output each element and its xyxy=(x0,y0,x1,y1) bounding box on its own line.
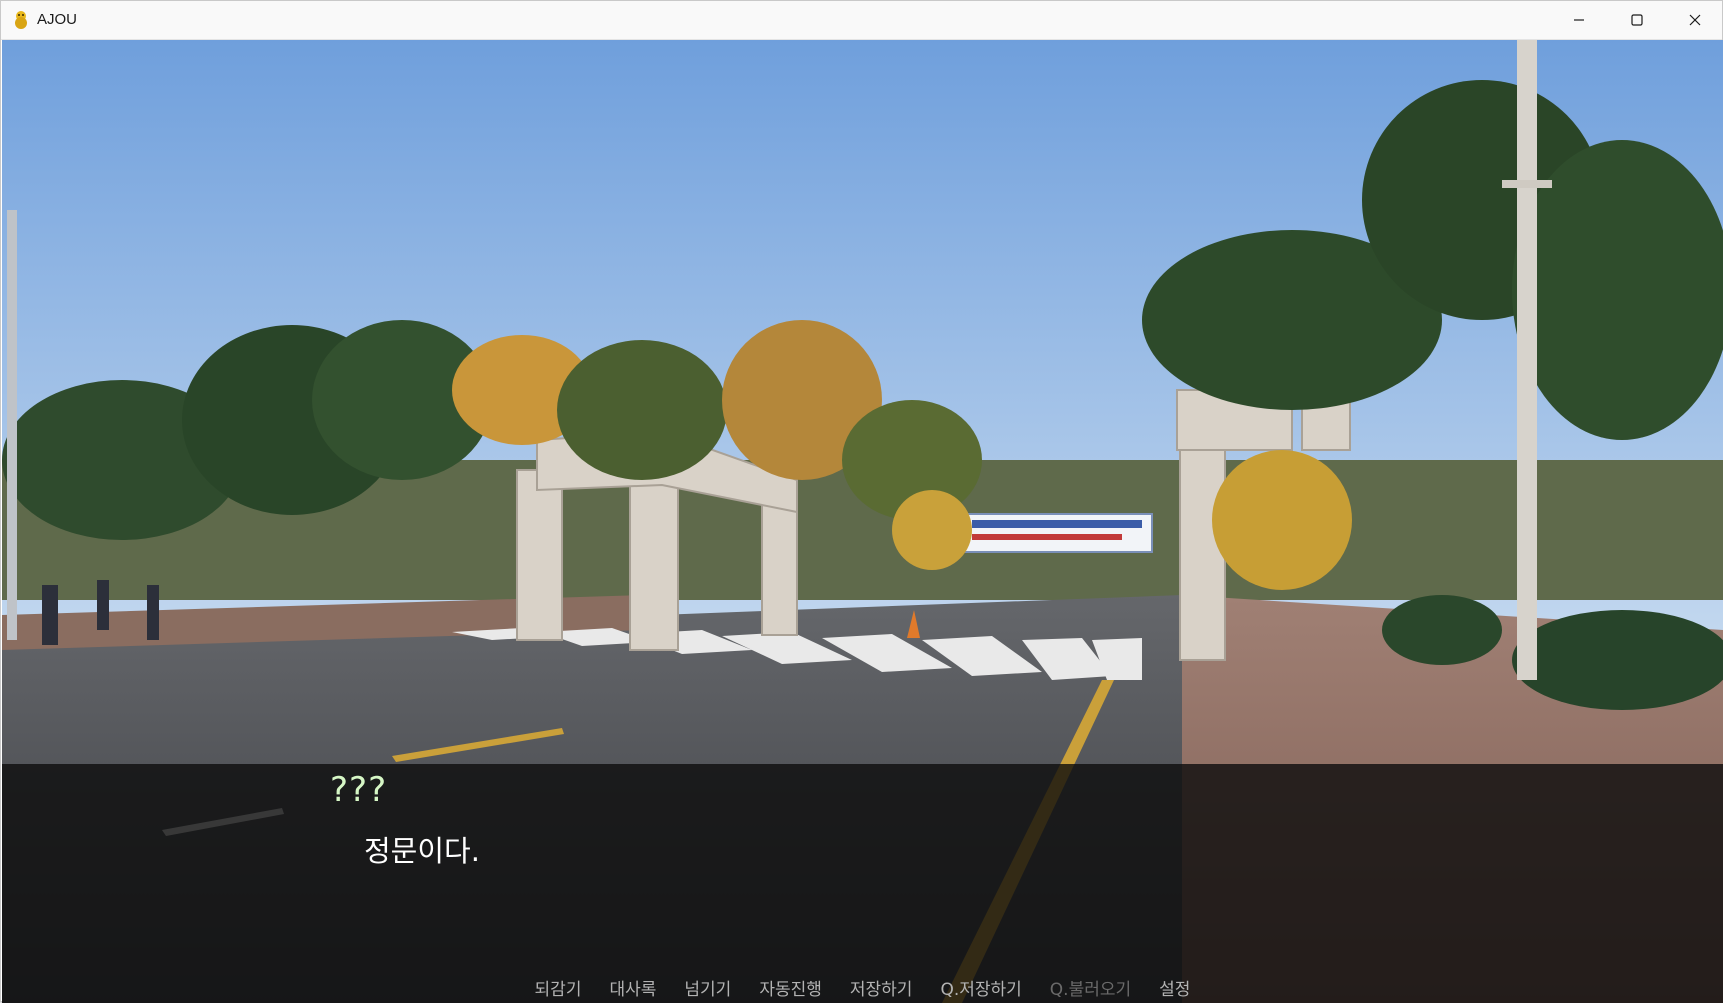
minimize-icon xyxy=(1574,19,1584,21)
quick-menu-quick-save[interactable]: Q.저장하기 xyxy=(926,977,1035,1003)
quick-menu: 되감기 대사록 넘기기 자동진행 저장하기 Q.저장하기 Q.불러오기 설정 xyxy=(2,977,1723,1003)
title-bar[interactable]: AJOU xyxy=(1,1,1722,40)
ajou-mascot-icon xyxy=(15,11,27,29)
speaker-name: ??? xyxy=(330,770,388,810)
maximize-button[interactable] xyxy=(1608,1,1666,39)
game-window: AJOU ??? 정문이다. 되감기 대사록 넘기기 자동진행 저장하기 Q.저… xyxy=(0,0,1723,1003)
dialogue-text: 정문이다. xyxy=(364,834,480,868)
quick-menu-rollback[interactable]: 되감기 xyxy=(521,977,596,1003)
quick-menu-quick-load[interactable]: Q.불러오기 xyxy=(1036,977,1145,1003)
dialogue-box[interactable]: ??? 정문이다. 되감기 대사록 넘기기 자동진행 저장하기 Q.저장하기 Q… xyxy=(2,764,1723,1003)
close-button[interactable] xyxy=(1666,1,1723,39)
quick-menu-save[interactable]: 저장하기 xyxy=(836,977,927,1003)
game-viewport[interactable]: ??? 정문이다. 되감기 대사록 넘기기 자동진행 저장하기 Q.저장하기 Q… xyxy=(2,40,1723,1003)
minimize-button[interactable] xyxy=(1550,1,1608,39)
quick-menu-settings[interactable]: 설정 xyxy=(1145,977,1204,1003)
maximize-icon xyxy=(1631,14,1643,26)
window-title: AJOU xyxy=(37,11,78,28)
close-icon xyxy=(1689,14,1701,26)
quick-menu-auto[interactable]: 자동진행 xyxy=(745,977,836,1003)
quick-menu-skip[interactable]: 넘기기 xyxy=(670,977,745,1003)
quick-menu-history[interactable]: 대사록 xyxy=(595,977,670,1003)
